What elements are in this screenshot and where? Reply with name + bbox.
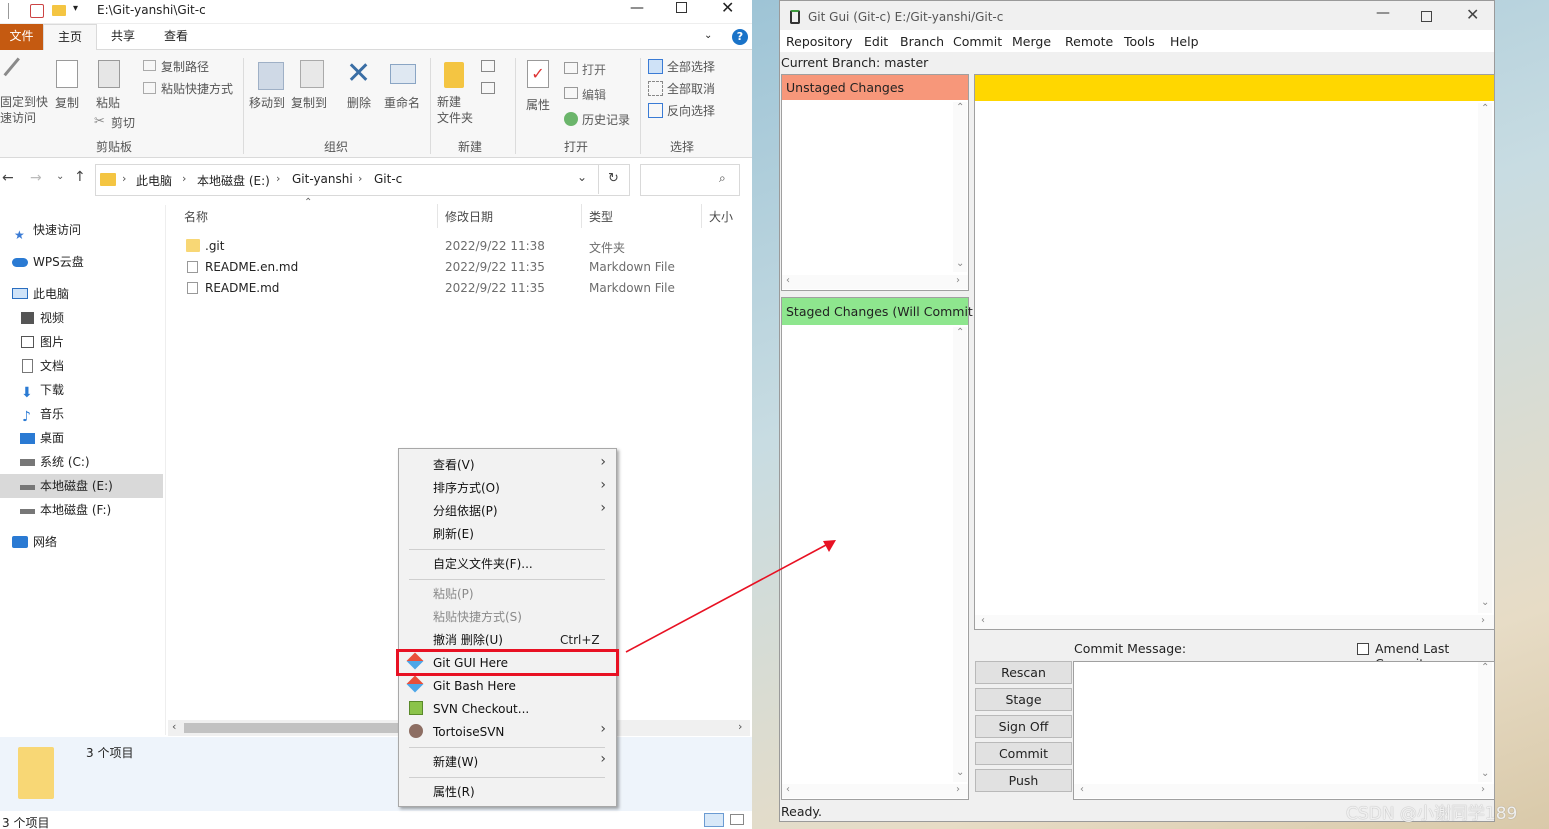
watermark: CSDN @小谢同学189 [1346, 804, 1518, 824]
arrow-line [625, 544, 827, 653]
red-arrow-annotation [625, 540, 836, 653]
